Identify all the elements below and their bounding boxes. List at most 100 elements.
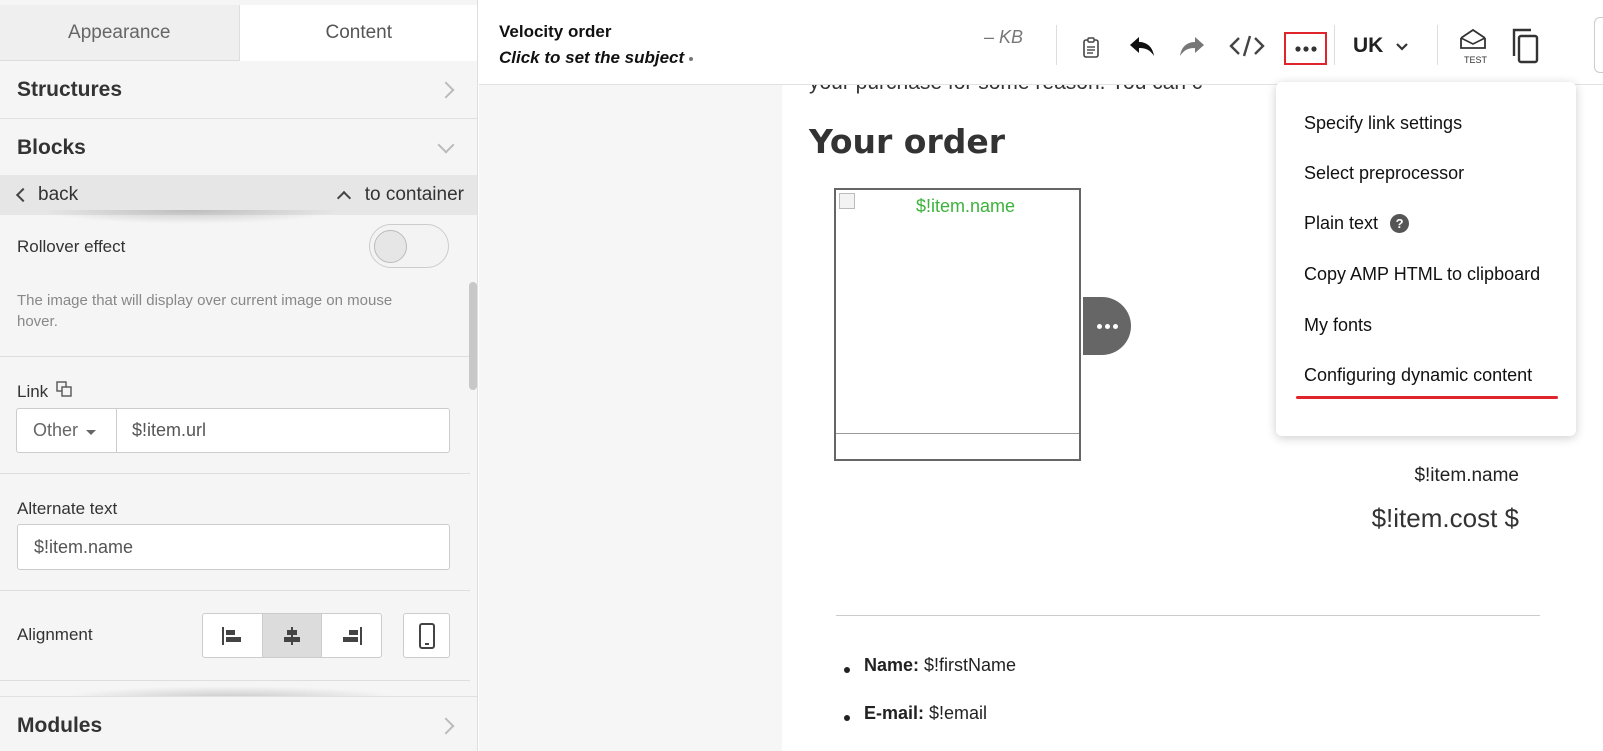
menu-item-copy-amp[interactable]: Copy AMP HTML to clipboard — [1304, 264, 1540, 285]
panel-scrollbar[interactable] — [469, 282, 477, 390]
tab-content[interactable]: Content — [239, 5, 477, 61]
intro-text: your purchase for some reason. You can c — [809, 85, 1202, 95]
undo-icon — [1130, 37, 1154, 56]
back-label: back — [38, 184, 79, 205]
image-alt-text: $!item.name — [916, 196, 1016, 216]
divider — [0, 680, 470, 681]
mobile-alignment-button[interactable] — [403, 613, 450, 658]
block-actions-tab[interactable] — [1083, 297, 1131, 355]
align-right-button[interactable] — [322, 614, 381, 657]
panel-tabs: Appearance Content — [0, 5, 477, 61]
chevron-right-icon — [437, 717, 455, 734]
subject-dot — [689, 57, 693, 61]
list-item[interactable]: Name: $!firstName — [864, 655, 1016, 676]
mobile-icon — [418, 622, 435, 649]
toggle-knob — [374, 230, 407, 263]
dot — [1112, 323, 1118, 329]
help-icon[interactable]: ? — [1390, 214, 1410, 233]
modules-title: Modules — [17, 713, 103, 737]
chevron-down-icon — [437, 136, 455, 153]
settings-panel: Appearance Content Structures Blocks bac… — [0, 0, 478, 751]
link-type-value: Other — [33, 420, 79, 440]
app-root: Appearance Content Structures Blocks bac… — [0, 0, 1603, 751]
editor-toolbar: Velocity order Click to set the subject … — [479, 5, 1603, 85]
notes-button[interactable] — [1079, 33, 1103, 63]
copy-link-icon[interactable] — [56, 381, 72, 397]
section-blocks[interactable]: Blocks — [0, 119, 477, 177]
more-button[interactable] — [1284, 32, 1327, 65]
menu-item-label: Configuring dynamic content — [1304, 365, 1533, 385]
broken-image-icon — [839, 193, 855, 209]
section-modules[interactable]: Modules — [0, 696, 477, 751]
list-bullet — [844, 715, 850, 721]
image-block-divider — [836, 433, 1079, 434]
image-block[interactable]: $!item.name — [834, 188, 1081, 461]
code-icon — [1229, 35, 1265, 57]
menu-item-label: Plain text — [1304, 213, 1379, 233]
divider — [0, 473, 470, 474]
item-name[interactable]: $!item.name — [1414, 465, 1519, 487]
align-left-icon — [222, 626, 242, 645]
subject-field[interactable]: Click to set the subject — [499, 48, 684, 68]
link-type-select[interactable]: Other — [17, 409, 117, 452]
alignment-label: Alignment — [17, 625, 93, 644]
link-url-input[interactable]: $!item.url — [117, 409, 449, 452]
chevron-left-icon — [15, 187, 31, 203]
blocks-title: Blocks — [17, 135, 86, 159]
order-heading[interactable]: Your order — [809, 122, 1005, 161]
dot — [1096, 323, 1102, 329]
toolbar-separator — [1334, 25, 1335, 65]
toolbar-edge — [1594, 17, 1603, 73]
list-bullet — [844, 667, 850, 673]
notes-icon — [1083, 37, 1099, 58]
tab-appearance[interactable]: Appearance — [0, 5, 240, 61]
link-label: Link — [17, 382, 49, 401]
alt-text-input[interactable]: $!item.name — [17, 524, 450, 570]
preview-button[interactable] — [1509, 27, 1543, 65]
section-structures[interactable]: Structures — [0, 61, 477, 119]
align-center-button[interactable] — [262, 614, 323, 657]
to-container-button[interactable]: to container — [336, 184, 464, 206]
undo-button[interactable] — [1127, 31, 1157, 61]
menu-item-label: Specify link settings — [1304, 113, 1463, 133]
shadow-decoration — [40, 210, 340, 224]
menu-item-label: My fonts — [1304, 315, 1373, 335]
menu-item-label: Copy AMP HTML to clipboard — [1304, 264, 1541, 284]
link-field: Other $!item.url — [16, 408, 450, 453]
more-menu: Specify link settings Select preprocesso… — [1276, 82, 1576, 436]
list-item-label: E-mail: — [864, 703, 925, 723]
item-cost[interactable]: $!item.cost $ — [1372, 503, 1519, 534]
caret-down-icon — [86, 429, 97, 435]
menu-item-plain-text[interactable]: Plain text ? — [1304, 213, 1410, 234]
test-label: TEST — [1464, 55, 1488, 65]
list-item-label: Name: — [864, 655, 920, 675]
test-icon — [1460, 28, 1486, 49]
list-item[interactable]: E-mail: $!email — [864, 703, 987, 724]
test-button[interactable] — [1456, 27, 1490, 53]
size-indicator: – KB — [984, 27, 1024, 47]
rollover-toggle[interactable] — [369, 224, 449, 268]
code-button[interactable] — [1228, 31, 1266, 61]
menu-item-my-fonts[interactable]: My fonts — [1304, 315, 1372, 336]
menu-item-dynamic-content[interactable]: Configuring dynamic content — [1304, 365, 1532, 386]
divider — [0, 356, 470, 357]
document-title[interactable]: Velocity order — [499, 22, 611, 42]
redo-button[interactable] — [1177, 31, 1207, 61]
align-left-button[interactable] — [203, 614, 263, 657]
menu-item-link-settings[interactable]: Specify link settings — [1304, 113, 1462, 134]
breadcrumb-bar: back to container — [0, 175, 477, 215]
rollover-hint: The image that will display over current… — [17, 292, 393, 330]
more-icon — [1294, 45, 1317, 52]
language-selector[interactable]: UK — [1353, 34, 1383, 58]
menu-item-preprocessor[interactable]: Select preprocessor — [1304, 163, 1464, 184]
preview-icon — [1512, 28, 1539, 64]
dot — [1104, 323, 1110, 329]
alignment-group — [202, 613, 382, 658]
rollover-label: Rollover effect — [17, 237, 126, 256]
alt-text-label: Alternate text — [17, 499, 118, 518]
back-button[interactable]: back — [15, 184, 79, 206]
language-dropdown[interactable] — [1394, 39, 1410, 55]
highlight-underline — [1296, 396, 1558, 399]
align-right-icon — [342, 626, 362, 645]
toolbar-separator — [1437, 25, 1438, 65]
